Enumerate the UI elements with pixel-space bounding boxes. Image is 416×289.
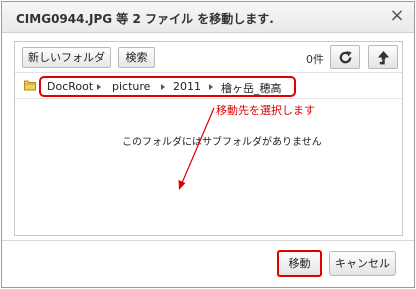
annotation-arrow	[178, 107, 215, 190]
move-dialog: CIMG0944.JPG 等 2 ファイル を移動します. × 新しいフォルダ …	[1, 1, 415, 288]
move-button[interactable]: 移動	[277, 250, 322, 277]
cancel-button[interactable]: キャンセル	[329, 251, 396, 276]
footer-divider	[2, 240, 414, 241]
